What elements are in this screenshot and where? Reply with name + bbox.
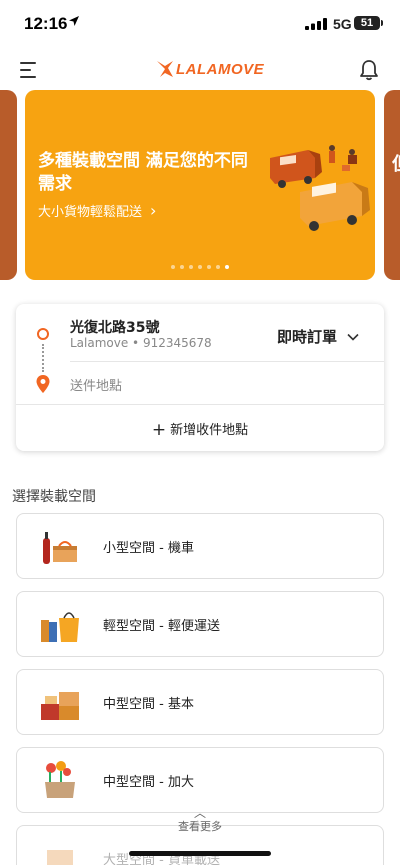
- menu-icon[interactable]: [20, 62, 38, 78]
- plus-icon: +: [151, 420, 167, 440]
- network-label: 5G: [333, 16, 352, 32]
- vehicle-name: 中型空間 - 加大: [103, 775, 194, 790]
- vehicle-name: 輕型空間 - 輕便運送: [103, 619, 220, 634]
- home-indicator: [129, 851, 271, 856]
- banner-title: 多種裝載空間 滿足您的不同需求: [38, 151, 248, 194]
- banner-link[interactable]: 大小貨物輕鬆配送 ›: [38, 201, 156, 220]
- banner-next-peek[interactable]: 但: [384, 90, 400, 280]
- carousel-dots: [171, 265, 229, 269]
- divider: [16, 404, 384, 405]
- banner-subtitle: 大小貨物輕鬆配送: [38, 205, 143, 220]
- see-more-button[interactable]: ︿ 查看更多: [0, 806, 400, 834]
- battery-icon: 51: [354, 16, 383, 30]
- add-stop-label: 新增收件地點: [170, 423, 249, 438]
- large-cargo-icon: [47, 850, 73, 865]
- medium-cargo-icon: [41, 692, 79, 720]
- order-type-dropdown[interactable]: 即時訂單: [277, 326, 359, 347]
- section-title: 選擇裝載空間: [12, 489, 96, 505]
- see-more-label: 查看更多: [178, 820, 222, 833]
- banner-peek-text: 但: [392, 150, 400, 176]
- carousel-dot: [189, 265, 193, 269]
- route-card: 光復北路35號 Lalamove • 912345678 即時訂單 送件地點 +…: [16, 304, 384, 451]
- logo-text: LALAMOVE: [176, 60, 265, 78]
- order-type-label: 即時訂單: [277, 328, 338, 346]
- status-bar: 12:16 5G 51: [0, 0, 400, 46]
- status-time: 12:16: [24, 14, 68, 33]
- pickup-dot-icon: [37, 328, 49, 340]
- medium-large-cargo-icon: [45, 761, 75, 798]
- vehicle-name: 小型空間 - 機車: [103, 541, 194, 556]
- lalamove-logo: LALAMOVE: [156, 59, 264, 79]
- carousel-dot-active: [225, 265, 229, 269]
- carousel-dot: [180, 265, 184, 269]
- pickup-contact: Lalamove • 912345678: [70, 336, 212, 350]
- divider: [70, 361, 384, 362]
- app-header: LALAMOVE: [0, 46, 400, 92]
- carousel-dot: [198, 265, 202, 269]
- vehicle-option[interactable]: 中型空間 - 基本: [16, 669, 384, 735]
- bell-icon[interactable]: [358, 59, 380, 81]
- pickup-address: 光復北路35號: [70, 320, 160, 336]
- vehicle-option[interactable]: 中型空間 - 加大: [16, 747, 384, 813]
- route-line: [42, 344, 44, 372]
- carousel-dot: [171, 265, 175, 269]
- location-pin-icon: [36, 375, 50, 393]
- motorcycle-cargo-icon: [43, 532, 77, 564]
- promo-banner[interactable]: 多種裝載空間 滿足您的不同需求 大小貨物輕鬆配送 ›: [25, 90, 375, 280]
- chevron-up-icon: ︿: [193, 806, 206, 820]
- carousel-dot: [216, 265, 220, 269]
- vehicle-option[interactable]: 小型空間 - 機車: [16, 513, 384, 579]
- delivery-vans-illustration: [270, 145, 370, 231]
- add-stop-button[interactable]: + 新增收件地點: [16, 419, 384, 440]
- vehicle-name: 中型空間 - 基本: [103, 697, 194, 712]
- location-arrow-icon: [69, 16, 79, 26]
- chevron-right-icon: ›: [150, 201, 157, 220]
- vehicle-option[interactable]: 輕型空間 - 輕便運送: [16, 591, 384, 657]
- logo-mark-icon: [157, 61, 173, 77]
- light-cargo-icon: [41, 612, 79, 642]
- dropoff-input[interactable]: 送件地點: [70, 375, 122, 394]
- banner-prev-peek[interactable]: [0, 90, 17, 280]
- signal-icon: [305, 18, 327, 30]
- chevron-down-icon: [347, 333, 359, 341]
- carousel-dot: [207, 265, 211, 269]
